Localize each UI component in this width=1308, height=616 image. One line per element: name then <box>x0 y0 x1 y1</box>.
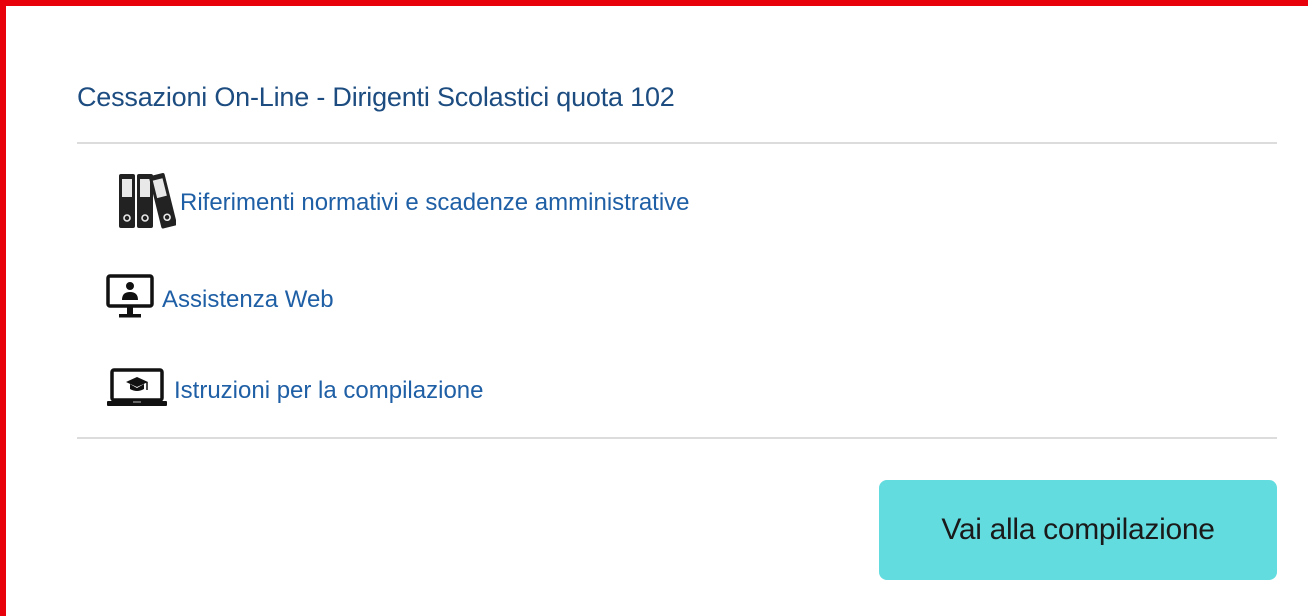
binders-icon <box>118 171 177 234</box>
vai-alla-compilazione-button[interactable]: Vai alla compilazione <box>879 480 1277 580</box>
link-assistenza-web[interactable]: Assistenza Web <box>106 274 334 325</box>
divider-top <box>77 142 1277 144</box>
card-title: Cessazioni On-Line - Dirigenti Scolastic… <box>77 82 675 112</box>
link-label: Istruzioni per la compilazione <box>174 376 484 404</box>
monitor-user-icon <box>106 274 154 325</box>
link-label: Riferimenti normativi e scadenze amminis… <box>180 188 690 216</box>
link-istruzioni-compilazione[interactable]: Istruzioni per la compilazione <box>106 366 483 415</box>
laptop-graduation-icon <box>106 366 168 415</box>
link-riferimenti-normativi[interactable]: Riferimenti normativi e scadenze amminis… <box>118 171 690 234</box>
service-card: Cessazioni On-Line - Dirigenti Scolastic… <box>0 0 1308 616</box>
divider-bottom <box>77 437 1277 439</box>
link-label: Assistenza Web <box>162 285 334 313</box>
